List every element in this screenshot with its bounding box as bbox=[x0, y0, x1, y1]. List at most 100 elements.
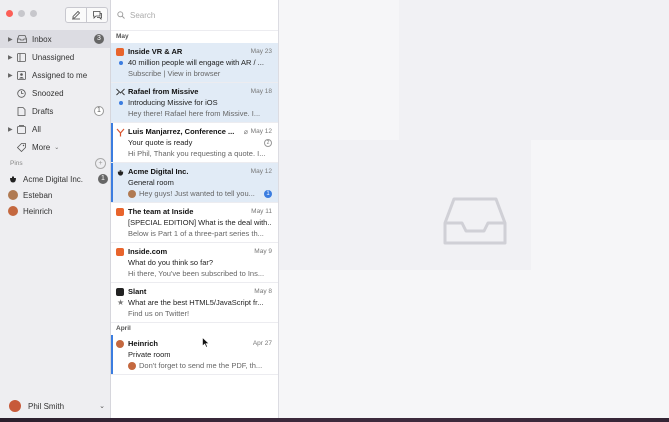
date: May 9 bbox=[254, 248, 272, 255]
avatar bbox=[8, 206, 18, 216]
clock-icon bbox=[16, 88, 27, 98]
pins-header: Pins bbox=[10, 160, 23, 167]
star-icon[interactable]: ★ bbox=[117, 298, 124, 307]
sidebar-item-label: All bbox=[32, 124, 41, 134]
date: May 12 bbox=[250, 128, 272, 135]
sender: Acme Digital Inc. bbox=[128, 167, 189, 176]
sidebar-item-label: Assigned to me bbox=[32, 70, 88, 80]
chevron-down-icon: ⌄ bbox=[99, 403, 105, 410]
conversation-row[interactable]: Acme Digital Inc. May 12 General room He… bbox=[111, 163, 278, 203]
conversation-row[interactable]: Inside.com May 9 What do you think so fa… bbox=[111, 243, 278, 283]
conversation-row[interactable]: Inside VR & AR May 23 40 million people … bbox=[111, 43, 278, 83]
date: May 11 bbox=[251, 208, 272, 215]
pin-count-badge: 1 bbox=[98, 174, 108, 184]
teapot-icon bbox=[116, 168, 124, 176]
sidebar-nav: ▶ Inbox 3 ▶ Unassigned ▶ Assigned to me … bbox=[0, 30, 110, 156]
avatar bbox=[9, 400, 21, 412]
subject: Your quote is ready bbox=[128, 138, 193, 147]
zoom-window-button[interactable] bbox=[30, 10, 37, 17]
current-user[interactable]: Phil Smith ⌄ bbox=[9, 400, 105, 412]
subject: What do you think so far? bbox=[128, 258, 214, 267]
subject: [SPECIAL EDITION] What is the deal with.… bbox=[128, 218, 271, 227]
snippet: Hi there, You've been subscribed to Ins.… bbox=[128, 269, 265, 278]
drafts-icon bbox=[16, 106, 27, 116]
snippet: Hey guys! Just wanted to tell you... bbox=[128, 189, 271, 199]
search-icon bbox=[117, 11, 125, 19]
sidebar-item-label: Snoozed bbox=[32, 88, 64, 98]
empty-inbox-icon bbox=[443, 197, 507, 245]
pin-acme-digital[interactable]: Acme Digital Inc. 1 bbox=[8, 171, 108, 187]
pin-label: Acme Digital Inc. bbox=[23, 174, 84, 184]
sidebar-item-label: Unassigned bbox=[32, 52, 75, 62]
user-icon bbox=[16, 70, 27, 80]
date: May 23 bbox=[250, 48, 272, 55]
subject: General room bbox=[128, 178, 174, 187]
pencil-icon bbox=[72, 10, 81, 20]
sender: Heinrich bbox=[128, 339, 159, 348]
sidebar: ▶ Inbox 3 ▶ Unassigned ▶ Assigned to me … bbox=[0, 0, 111, 418]
caret-right-icon[interactable]: ▶ bbox=[8, 126, 14, 133]
avatar bbox=[116, 340, 124, 348]
pin-esteban[interactable]: Esteban bbox=[8, 187, 108, 203]
sender: Inside VR & AR bbox=[128, 47, 183, 56]
compose-button[interactable] bbox=[66, 8, 86, 22]
inside-logo-icon bbox=[116, 248, 124, 256]
conversation-row[interactable]: Heinrich Apr 27 Private room Don't forge… bbox=[111, 335, 278, 375]
avatar bbox=[128, 190, 136, 199]
sidebar-item-all[interactable]: ▶ All bbox=[0, 120, 110, 138]
sidebar-item-label: Inbox bbox=[32, 34, 52, 44]
sidebar-item-more[interactable]: More ⌄ bbox=[0, 138, 110, 156]
sidebar-item-label: Drafts bbox=[32, 106, 54, 116]
caret-right-icon[interactable]: ▶ bbox=[8, 54, 14, 61]
snippet: Below is Part 1 of a three-part series t… bbox=[128, 229, 264, 238]
pin-label: Heinrich bbox=[23, 206, 53, 216]
add-pin-button[interactable]: + bbox=[95, 158, 106, 169]
inbox-count-badge: 3 bbox=[94, 34, 104, 44]
sidebar-item-inbox[interactable]: ▶ Inbox 3 bbox=[0, 30, 110, 48]
new-chat-button[interactable] bbox=[86, 8, 107, 22]
teapot-icon bbox=[8, 174, 18, 184]
search-bar[interactable]: Search bbox=[111, 0, 278, 31]
app-window: ▶ Inbox 3 ▶ Unassigned ▶ Assigned to me … bbox=[0, 0, 669, 418]
date: Apr 27 bbox=[252, 340, 272, 347]
caret-right-icon[interactable]: ▶ bbox=[8, 36, 14, 43]
snippet-text: Hey guys! Just wanted to tell you... bbox=[139, 189, 255, 198]
minimize-window-button[interactable] bbox=[18, 10, 25, 17]
paperclip-icon: ⌀ bbox=[243, 129, 248, 136]
search-input[interactable]: Search bbox=[130, 11, 155, 20]
tag-icon bbox=[16, 142, 27, 152]
subject: 40 million people will engage with AR / … bbox=[128, 58, 264, 67]
sidebar-item-unassigned[interactable]: ▶ Unassigned bbox=[0, 48, 110, 66]
reply-count-icon: 2 bbox=[264, 139, 272, 147]
sidebar-item-drafts[interactable]: Drafts 1 bbox=[0, 102, 110, 120]
missive-logo-icon bbox=[116, 88, 125, 96]
pin-heinrich[interactable]: Heinrich bbox=[8, 203, 108, 219]
conversation-row[interactable]: The team at Inside May 11 [SPECIAL EDITI… bbox=[111, 203, 278, 243]
sidebar-item-assigned-to-me[interactable]: ▶ Assigned to me bbox=[0, 66, 110, 84]
subject: What are the best HTML5/JavaScript fr... bbox=[128, 298, 264, 307]
mouse-cursor-icon bbox=[202, 337, 210, 348]
inside-logo-icon bbox=[116, 208, 124, 216]
unread-dot bbox=[119, 101, 123, 105]
sidebar-item-label: More bbox=[32, 142, 51, 152]
subject: Introducing Missive for iOS bbox=[128, 98, 218, 107]
conversation-row[interactable]: Rafael from Missive May 18 Introducing M… bbox=[111, 83, 278, 123]
user-name: Phil Smith bbox=[28, 401, 65, 411]
conversation-row[interactable]: Luis Manjarrez, Conference ... ⌀ May 12 … bbox=[111, 123, 278, 163]
close-window-button[interactable] bbox=[6, 10, 13, 17]
sender: The team at Inside bbox=[128, 207, 194, 216]
sidebar-item-snoozed[interactable]: Snoozed bbox=[0, 84, 110, 102]
slant-logo-icon bbox=[116, 288, 124, 296]
compose-toolbar bbox=[65, 7, 108, 23]
unread-count-badge: 1 bbox=[264, 190, 272, 198]
conversation-row[interactable]: Slant May 8 ★ What are the best HTML5/Ja… bbox=[111, 283, 278, 323]
conference-logo-icon bbox=[116, 128, 125, 137]
avatar bbox=[8, 190, 18, 200]
caret-right-icon[interactable]: ▶ bbox=[8, 72, 14, 79]
unassigned-icon bbox=[16, 52, 27, 62]
subject: Private room bbox=[128, 350, 171, 359]
avatar bbox=[128, 362, 136, 371]
sender: Luis Manjarrez, Conference ... bbox=[128, 127, 235, 136]
date: May 8 bbox=[254, 288, 272, 295]
chat-bubble-icon bbox=[92, 11, 102, 20]
